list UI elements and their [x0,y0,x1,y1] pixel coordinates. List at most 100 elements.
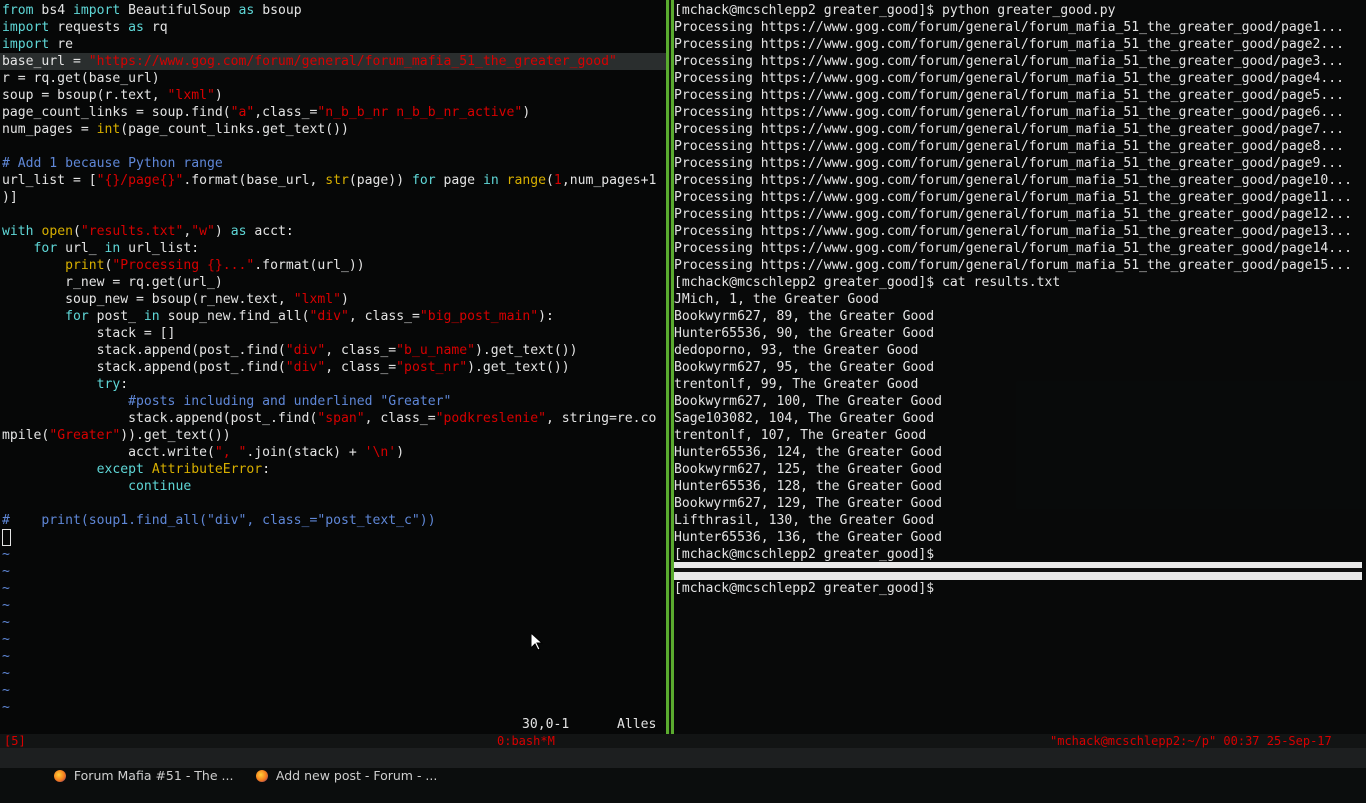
code-token: , class_= [325,360,397,375]
code-token: )).get_text()) [120,428,231,443]
code-token: requests [49,20,129,35]
terminal-bottom-prompt[interactable]: [mchack@mcschlepp2 greater_good]$ [674,580,934,597]
pane-separator-bar [674,562,1362,580]
firefox-icon [255,770,268,782]
terminal-line: Processing https://www.gog.com/forum/gen… [674,241,1352,256]
code-line: for post_ in soup_new.find_all("div", cl… [2,308,554,325]
code-token: base_url = [2,54,89,69]
code-token: "podkreslenie" [435,411,546,426]
code-token: "w" [191,224,215,239]
code-line: ~ [2,580,10,597]
code-token: : [120,377,129,392]
code-line: soup_new = bsoup(r_new.text, "lxml") [2,291,349,308]
code-token: "big_post_main" [419,309,539,324]
code-token: ~ [2,547,10,562]
code-token: as [230,224,247,239]
code-token: soup_new.find_all( [159,309,310,324]
terminal-line: Processing https://www.gog.com/forum/gen… [674,20,1345,35]
code-token: : [262,462,271,477]
code-token: bs4 [33,3,73,18]
terminal-line: trentonlf, 99, The Greater Good [674,377,919,392]
terminal-line: Processing https://www.gog.com/forum/gen… [674,224,1352,239]
code-token: post_ [88,309,144,324]
code-token: ~ [2,683,10,698]
code-token: in [143,309,160,324]
code-token: ( [72,224,81,239]
code-token: "lxml" [167,88,215,103]
code-token: "{}/page{}" [96,173,184,188]
taskbar-task-add-new-post[interactable]: Add new post - Forum - ... [240,749,437,783]
code-token: "post_nr" [396,360,468,375]
code-token: str [325,173,349,188]
code-token: (page_count_links.get_text()) [120,122,349,137]
code-token: "span" [317,411,365,426]
code-token: ).get_text()) [475,343,578,358]
vim-editor-pane[interactable]: from bs4 import BeautifulSoup as bsoup im… [0,0,666,734]
code-token: continue [128,479,192,494]
code-line: url_list = ["{}/page{}".format(base_url,… [2,172,656,189]
tmux-window[interactable]: 0:bash*M [497,734,555,748]
code-token: , class_= [325,343,397,358]
pane-divider[interactable] [666,0,674,734]
code-line: stack = [] [2,325,176,342]
code-token: ~ [2,581,10,596]
taskbar: Forum Mafia #51 - The ... Add new post -… [0,748,1366,783]
code-line: try: [2,376,129,393]
vim-ruler-scroll: Alles [617,717,657,732]
tmux-session: [5] [4,734,26,748]
terminal-line: Bookwyrm627, 125, the Greater Good [674,462,943,477]
code-line: r_new = rq.get(url_) [2,274,223,291]
terminal-pane[interactable]: [mchack@mcschlepp2 greater_good]$ python… [674,0,1366,734]
code-token: 1 [553,173,562,188]
code-token: )] [2,190,18,205]
code-token: ~ [2,598,10,613]
code-token: AttributeError [151,462,263,477]
code-token: except [96,462,144,477]
code-token: ) [396,445,405,460]
vim-ruler-position: 30,0-1 [522,717,570,732]
code-token: acct.write( [2,445,215,460]
code-token: url_ [57,241,105,256]
code-token: stack.append(post_.find( [2,343,286,358]
code-token: try [96,377,121,392]
terminal-line: Processing https://www.gog.com/forum/gen… [674,37,1345,52]
code-line: stack.append(post_.find("div", class_="p… [2,359,570,376]
code-line: from bs4 import BeautifulSoup as bsoup [2,2,302,19]
code-token: ~ [2,632,10,647]
code-line: ~ [2,682,10,699]
code-token: "results.txt" [80,224,184,239]
code-line: ~ [2,546,10,563]
code-line: ~ [2,699,10,716]
code-token: in [104,241,121,256]
terminal-line: Processing https://www.gog.com/forum/gen… [674,173,1352,188]
code-token: import [72,3,121,18]
terminal-line: [mchack@mcschlepp2 greater_good]$ cat re… [674,275,1061,290]
code-line: mpile("Greater")).get_text()) [2,427,231,444]
text-cursor [2,529,11,546]
code-token: ,num_pages+1 [561,173,657,188]
code-token: page [435,173,483,188]
code-token: , string=re.co [545,411,657,426]
code-token: for [33,241,58,256]
terminal-line: Processing https://www.gog.com/forum/gen… [674,122,1345,137]
code-line: acct.write(", ".join(stack) + '\n') [2,444,404,461]
code-token: ", " [214,445,247,460]
code-line: # print(soup1.find_all("div", class_="po… [2,512,436,529]
code-token: page_count_links = soup.find( [2,105,231,120]
taskbar-task-forum-mafia[interactable]: Forum Mafia #51 - The ... [38,749,233,783]
code-line: ~ [2,563,10,580]
terminal-line: Bookwyrm627, 100, The Greater Good [674,394,943,409]
code-token: ): [538,309,554,324]
code-token: # print(soup1.find_all("div", class_="po… [2,513,436,528]
terminal-line: Processing https://www.gog.com/forum/gen… [674,156,1345,171]
code-token: for [411,173,436,188]
tmux-status-bar: [5] 0:bash*M "mchack@mcschlepp2:~/p" 00:… [0,734,1366,748]
code-token: ) [522,105,531,120]
code-token: from [2,3,34,18]
code-line: soup = bsoup(r.text, "lxml") [2,87,223,104]
